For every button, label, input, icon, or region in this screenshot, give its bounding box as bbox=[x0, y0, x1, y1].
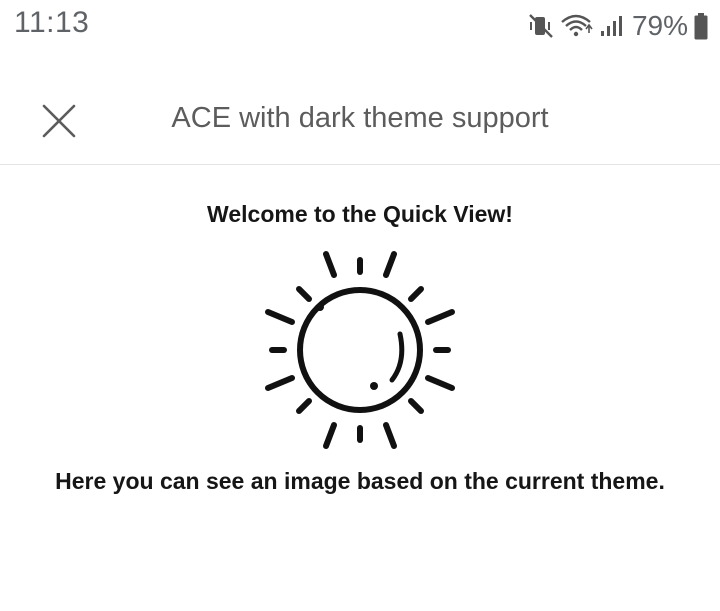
signal-icon bbox=[600, 13, 624, 39]
wifi-icon bbox=[560, 13, 594, 39]
description-text: Here you can see an image based on the c… bbox=[55, 468, 665, 494]
welcome-text: Welcome to the Quick View! bbox=[207, 201, 513, 227]
vibrate-mute-icon bbox=[528, 13, 554, 39]
theme-image bbox=[255, 248, 465, 453]
sun-icon bbox=[265, 251, 455, 449]
quick-view-content: Welcome to the Quick View! Here you can … bbox=[0, 165, 720, 611]
status-icons: 79% bbox=[528, 8, 708, 44]
quick-view-header: ACE with dark theme support bbox=[0, 78, 720, 165]
battery-icon bbox=[694, 12, 708, 40]
status-bar: 11:13 79% bbox=[0, 0, 720, 52]
page-title: ACE with dark theme support bbox=[171, 102, 549, 134]
status-time: 11:13 bbox=[14, 6, 90, 39]
battery-percent: 79% bbox=[631, 10, 688, 41]
